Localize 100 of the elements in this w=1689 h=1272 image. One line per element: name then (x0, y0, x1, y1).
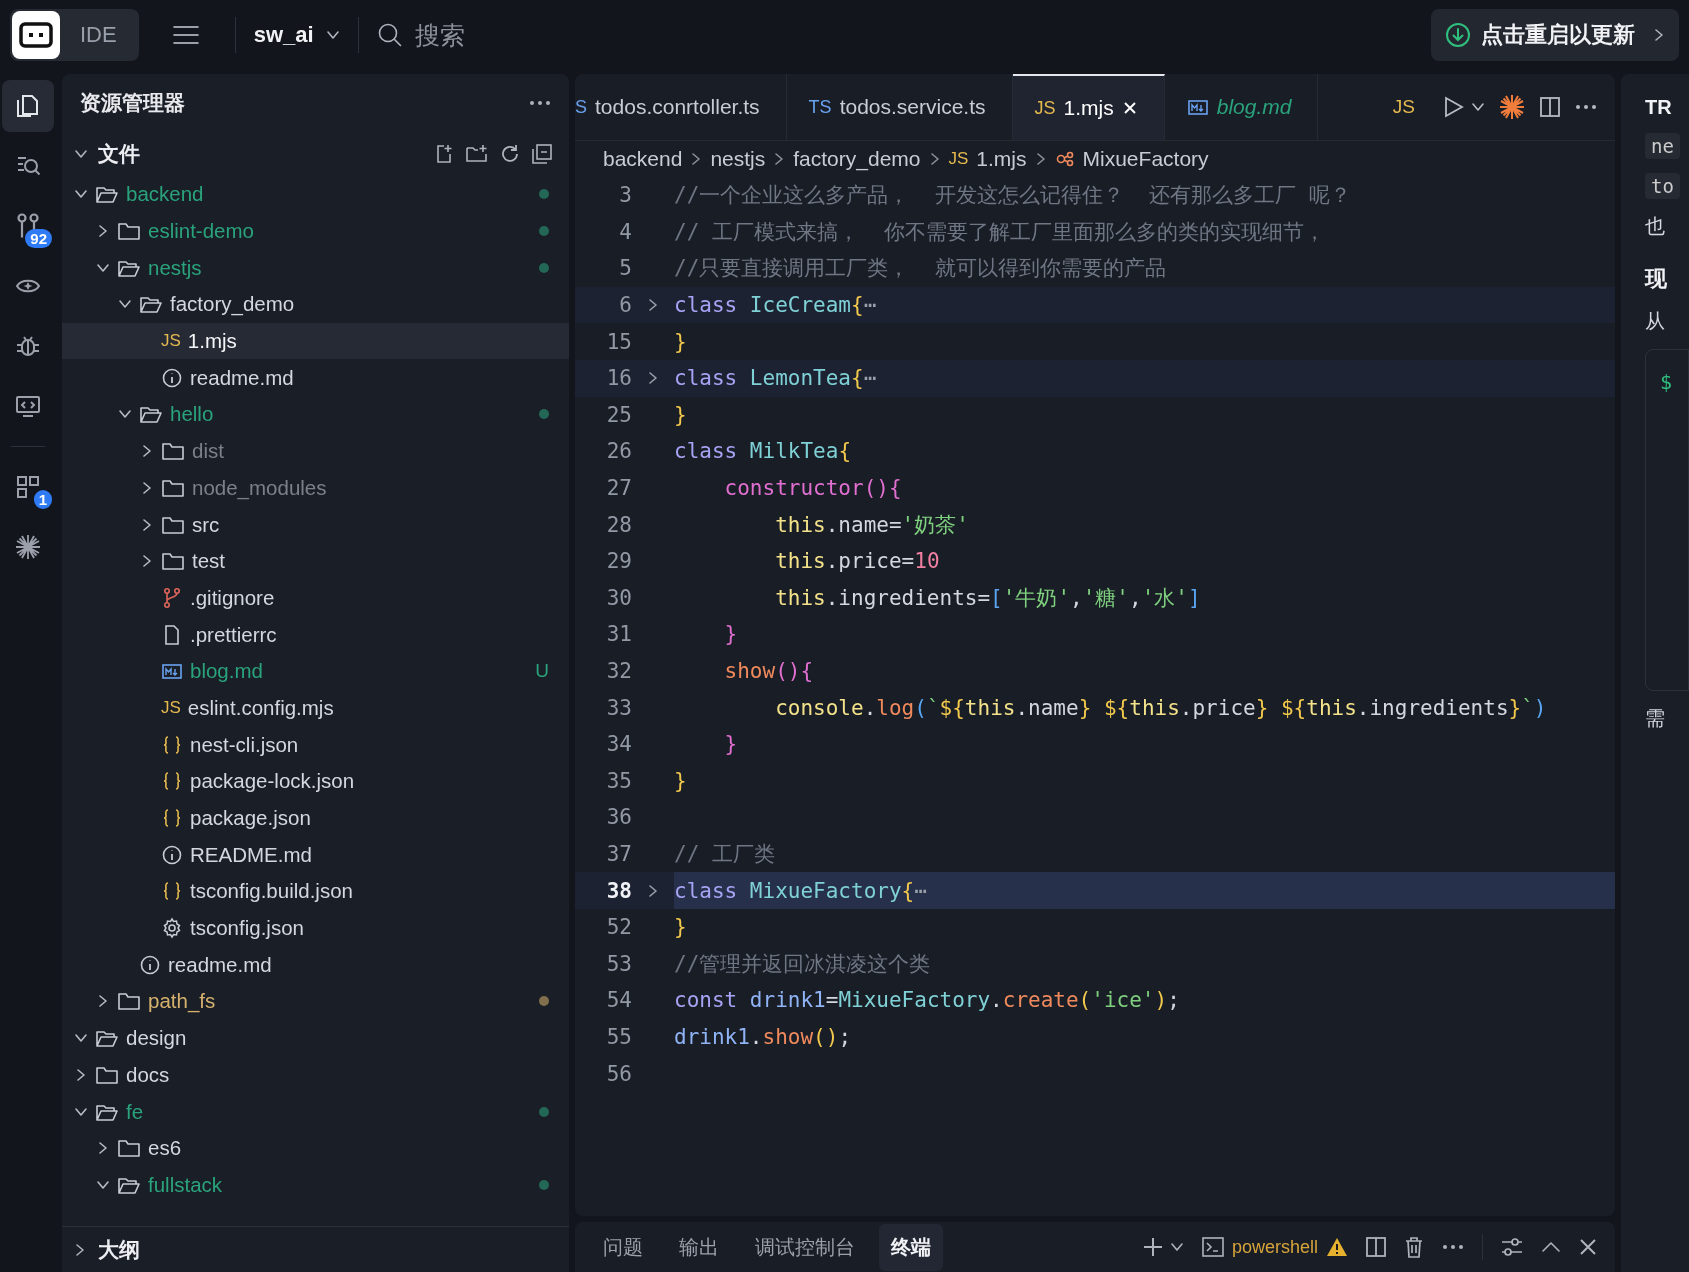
tree-row[interactable]: dist (62, 432, 569, 470)
panel-tab[interactable]: 终端 (879, 1223, 943, 1271)
breadcrumb-item[interactable]: factory_demo (793, 147, 921, 171)
editor-tab[interactable]: TS todos.service.ts (786, 74, 1013, 140)
separator-icon[interactable] (1034, 152, 1047, 166)
activity-bar-button[interactable] (2, 80, 54, 132)
refresh-icon[interactable] (499, 143, 521, 165)
chevron-down-icon[interactable] (325, 29, 340, 41)
section-header[interactable]: 大纲 (98, 1235, 140, 1264)
chevron-right-icon[interactable] (97, 994, 109, 1009)
panel-tab[interactable]: 调试控制台 (743, 1223, 867, 1271)
chevron-down-icon[interactable] (118, 298, 132, 311)
tree-row[interactable]: factory_demo (62, 286, 569, 323)
tree-row[interactable]: blog.md U (62, 652, 569, 690)
fold-chevron-icon[interactable] (647, 371, 659, 386)
chevron-right-icon[interactable] (141, 480, 153, 495)
chevron-right-icon[interactable] (141, 444, 153, 459)
new-folder-icon[interactable] (465, 143, 489, 165)
tree-row[interactable]: test (62, 542, 569, 580)
activity-bar-button[interactable]: 92 (2, 200, 54, 252)
editor-tab[interactable]: S todos.conrtoller.ts (575, 74, 787, 140)
fold-chevron-icon[interactable] (647, 883, 659, 898)
close-icon[interactable] (1579, 1238, 1597, 1256)
collapse-all-icon[interactable] (531, 143, 553, 165)
tree-row[interactable]: package-lock.json (62, 763, 569, 800)
chevron-down-icon[interactable] (1471, 101, 1485, 113)
close-icon[interactable] (1121, 100, 1138, 116)
split-editor-icon[interactable] (1539, 96, 1561, 118)
tree-row[interactable]: readme.md (62, 359, 569, 397)
chevron-down-icon[interactable] (1169, 1241, 1184, 1253)
sparkle-icon[interactable] (1499, 94, 1525, 120)
chevron-down-icon[interactable] (74, 148, 88, 160)
tree-row[interactable]: docs (62, 1056, 569, 1094)
chevron-down-icon[interactable] (74, 188, 88, 201)
separator-icon[interactable] (690, 152, 703, 166)
gear-icon (161, 917, 183, 940)
tree-row[interactable]: design (62, 1019, 569, 1057)
file-name: hello (170, 402, 214, 427)
tree-row[interactable]: README.md (62, 836, 569, 874)
project-switcher[interactable]: sw_ai (253, 22, 340, 48)
editor-tab[interactable]: blog.md (1164, 74, 1319, 140)
tree-row[interactable]: hello (62, 396, 569, 433)
tree-row[interactable]: src (62, 506, 569, 543)
chevron-right-icon[interactable] (75, 1067, 87, 1082)
tree-row[interactable]: JS eslint.config.mjs (62, 689, 569, 727)
chevron-right-icon[interactable] (74, 1242, 86, 1257)
section-header[interactable]: 文件 (98, 140, 140, 168)
panel-tab[interactable]: 输出 (667, 1223, 731, 1271)
more-icon[interactable] (529, 100, 551, 106)
more-icon[interactable] (1442, 1244, 1464, 1250)
menu-icon[interactable] (172, 24, 199, 46)
fold-chevron-icon[interactable] (647, 298, 659, 313)
tree-row[interactable]: tsconfig.json (62, 909, 569, 947)
tree-row[interactable]: es6 (62, 1129, 569, 1167)
chevron-down-icon[interactable] (96, 261, 110, 274)
chevron-right-icon[interactable] (97, 1141, 109, 1156)
tree-row[interactable]: package.json (62, 799, 569, 837)
breadcrumb-item[interactable]: nestjs (710, 147, 766, 171)
restart-update-button[interactable]: 点击重启以更新 (1431, 9, 1679, 61)
count-badge: 92 (25, 229, 52, 248)
split-panel-icon[interactable] (1366, 1237, 1386, 1257)
chevron-down-icon[interactable] (74, 1032, 88, 1045)
tree-row[interactable]: eslint-demo (62, 212, 569, 250)
chevron-down-icon[interactable] (118, 408, 132, 421)
search-field[interactable]: 搜索 (412, 19, 617, 51)
chevron-right-icon[interactable] (97, 224, 109, 239)
tree-row[interactable]: path_fs (62, 983, 569, 1020)
trash-icon[interactable] (1404, 1236, 1424, 1258)
chevron-down-icon[interactable] (96, 1178, 110, 1191)
more-icon[interactable] (1575, 104, 1597, 110)
tree-row[interactable]: fullstack (62, 1166, 569, 1204)
line-number: 34 (605, 732, 632, 757)
activity-bar-button[interactable]: 1 (2, 461, 54, 513)
breadcrumb-item[interactable]: 1.mjs (976, 147, 1027, 171)
tree-row[interactable]: JS 1.mjs (62, 322, 569, 360)
terminal-selector[interactable]: powershell (1201, 1236, 1348, 1258)
separator-icon[interactable] (773, 152, 786, 166)
tree-row[interactable]: tsconfig.build.json (62, 873, 569, 910)
editor-tab[interactable]: JS 1.mjs (1012, 74, 1165, 140)
tree-row[interactable]: backend (62, 176, 569, 213)
tree-row[interactable]: readme.md (62, 946, 569, 984)
tree-row[interactable]: fe (62, 1093, 569, 1130)
tree-row[interactable]: .prettierrc (62, 616, 569, 653)
tree-row[interactable]: .gitignore (62, 579, 569, 617)
breadcrumb-item[interactable]: backend (603, 147, 683, 171)
plus-icon[interactable] (1141, 1236, 1164, 1258)
chevron-down-icon[interactable] (74, 1105, 88, 1118)
status-dot (539, 262, 549, 273)
breadcrumb-item[interactable]: MixueFactory (1082, 147, 1209, 171)
tree-row[interactable]: nestjs (62, 249, 569, 287)
chevron-right-icon[interactable] (141, 554, 153, 569)
tree-row[interactable]: node_modules (62, 469, 569, 507)
line-number: 26 (605, 439, 632, 464)
chevron-up-icon[interactable] (1541, 1240, 1561, 1254)
tree-row[interactable]: nest-cli.json (62, 726, 569, 763)
sliders-icon[interactable] (1501, 1237, 1523, 1257)
chevron-right-icon[interactable] (1653, 28, 1665, 42)
chevron-right-icon[interactable] (141, 517, 153, 532)
separator-icon[interactable] (928, 152, 941, 166)
panel-tab[interactable]: 问题 (591, 1223, 655, 1271)
